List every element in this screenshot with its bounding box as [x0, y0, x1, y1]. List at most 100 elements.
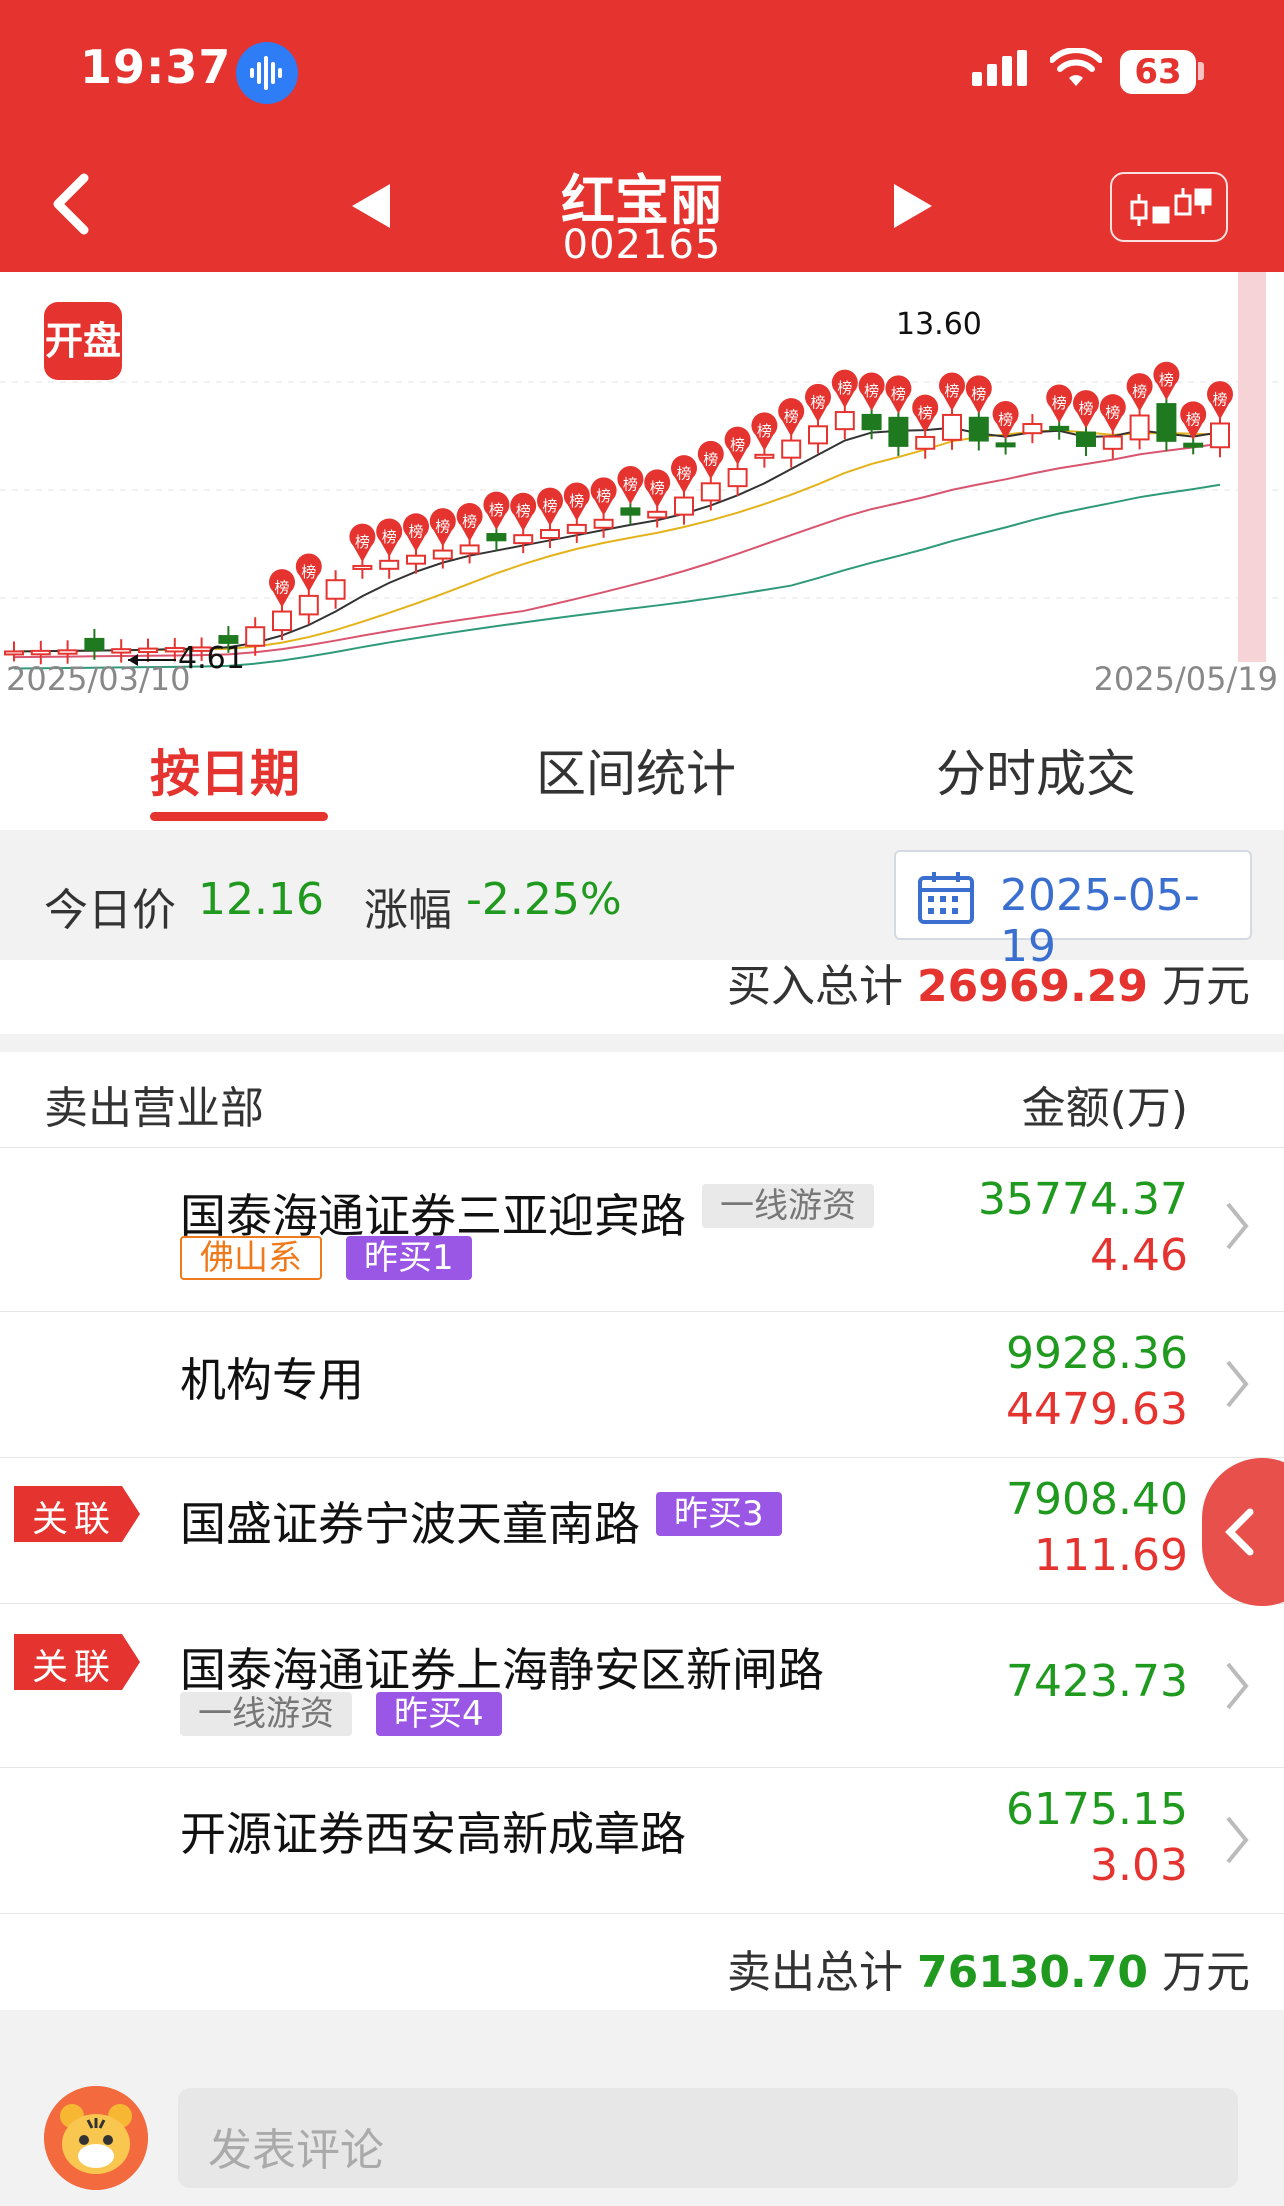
rank-label: 榜: [1105, 404, 1120, 422]
tab-by-date[interactable]: 按日期: [150, 734, 300, 806]
ma-line-short: [13, 429, 1221, 653]
sell-amount: 7908.40: [1006, 1474, 1188, 1525]
broker-name: 机构专用: [180, 1353, 364, 1407]
rank-label: 榜: [542, 497, 557, 515]
chevron-left-icon: [1225, 1508, 1254, 1556]
chart-end-date: 2025/05/19: [1093, 660, 1278, 698]
candle: [620, 507, 641, 516]
assoc-label: 关联: [32, 1647, 117, 1688]
tag-yesterday-buy: 昨买1: [346, 1236, 472, 1280]
rank-label: 榜: [1052, 394, 1067, 412]
buy-total-value: 26969.29: [916, 961, 1148, 1012]
rank-label: 榜: [516, 502, 531, 520]
candle: [1022, 423, 1043, 435]
candle: [808, 425, 828, 445]
rank-label: 榜: [1212, 390, 1227, 408]
buy-total: 买入总计 26969.29 万元: [727, 950, 1250, 1014]
kline-chart[interactable]: 榜榜榜榜榜榜榜榜榜榜榜榜榜榜榜榜榜榜榜榜榜榜榜榜榜榜榜榜榜榜榜榜榜榜 13.60 4…: [0, 272, 1284, 708]
rank-label: 榜: [676, 465, 691, 483]
comment-input[interactable]: 发表评论: [178, 2088, 1238, 2188]
candlestick-icon: [1130, 188, 1212, 226]
status-time: 19:37: [80, 40, 232, 94]
rank-label: 榜: [623, 475, 638, 493]
tag-top-trader: 一线游资: [180, 1692, 352, 1736]
current-day-highlight: [1238, 272, 1266, 662]
rank-label: 榜: [1186, 411, 1201, 429]
table-row[interactable]: 开源证券西安高新成章路 6175.15 3.03: [0, 1768, 1284, 1914]
rank-label: 榜: [489, 501, 504, 519]
candle: [406, 554, 426, 565]
rank-label: 榜: [784, 408, 799, 426]
rank-label: 榜: [703, 450, 718, 468]
candle: [834, 411, 855, 431]
candle: [888, 416, 909, 447]
rank-label: 榜: [1132, 382, 1147, 400]
candle: [942, 413, 962, 441]
cellular-signal-icon: [972, 50, 1030, 94]
rank-label: 榜: [435, 518, 450, 536]
rank-label: 榜: [730, 436, 745, 454]
broker-name: 国泰海通证券上海静安区新闸路: [180, 1643, 824, 1697]
price-summary-bar: 今日价 12.16 涨幅 -2.25% 2025-05-19: [0, 830, 1284, 972]
app-header: 19:37 63 红宝丽 002165: [0, 0, 1284, 272]
rank-label: 榜: [355, 533, 370, 551]
assoc-badge[interactable]: 关联: [14, 1634, 140, 1690]
high-marker: 13.60: [896, 307, 982, 342]
table-row[interactable]: 机构专用 9928.36 4479.63: [0, 1312, 1284, 1458]
rank-label: 榜: [650, 479, 665, 497]
change-label: 涨幅: [364, 885, 452, 936]
candle: [995, 442, 1016, 448]
assoc-badge[interactable]: 关联: [14, 1486, 140, 1542]
rank-label: 榜: [944, 382, 959, 400]
candle: [968, 416, 989, 442]
today-price-label: 今日价: [44, 885, 176, 936]
chevron-right-icon: [1224, 1660, 1250, 1716]
sell-amount: 9928.36: [1006, 1328, 1188, 1379]
tag-yesterday-buy: 昨买3: [656, 1492, 782, 1536]
buy-amount: 4.46: [1090, 1230, 1188, 1281]
candle: [352, 564, 373, 570]
candle: [915, 435, 936, 450]
candle: [298, 594, 319, 616]
candle: [272, 610, 292, 632]
sell-table-header: 卖出营业部 金额(万): [0, 1052, 1284, 1148]
assoc-label: 关联: [32, 1499, 117, 1540]
candle: [111, 648, 132, 654]
rank-label: 榜: [382, 528, 397, 546]
user-avatar[interactable]: [44, 2086, 148, 2190]
tag-top-trader: 一线游资: [702, 1184, 874, 1228]
today-price-value: 12.16: [198, 874, 324, 925]
sell-amount: 7423.73: [1006, 1656, 1188, 1707]
tab-intraday-trades[interactable]: 分时成交: [936, 734, 1136, 806]
next-stock-button[interactable]: [892, 182, 934, 234]
calendar-icon: [918, 872, 974, 924]
broker-name: 国盛证券宁波天童南路: [180, 1497, 640, 1551]
table-row[interactable]: 关联 国盛证券宁波天童南路 昨买3 7908.40 111.69: [0, 1458, 1284, 1604]
kaipan-badge[interactable]: 开盘: [44, 302, 122, 380]
candle: [727, 468, 748, 488]
sell-total-value: 76130.70: [916, 1947, 1148, 1998]
candle: [593, 518, 614, 529]
table-row[interactable]: 国泰海通证券三亚迎宾路 一线游资 佛山系 昨买1 35774.37 4.46: [0, 1148, 1284, 1312]
tab-range-stats[interactable]: 区间统计: [536, 734, 736, 806]
candle: [325, 579, 346, 600]
candle: [754, 453, 775, 459]
tag-foshan[interactable]: 佛山系: [180, 1236, 322, 1280]
broker-name: 开源证券西安高新成章路: [180, 1807, 686, 1861]
candle: [138, 647, 158, 654]
table-row[interactable]: 关联 国泰海通证券上海静安区新闸路 一线游资 昨买4 7423.73: [0, 1604, 1284, 1768]
change-value: -2.25%: [466, 874, 622, 925]
candle: [1156, 403, 1177, 442]
candle: [540, 529, 560, 540]
buy-total-label: 买入总计: [726, 961, 903, 1012]
tag-yesterday-buy: 昨买4: [376, 1692, 502, 1736]
rank-label: 榜: [891, 385, 906, 403]
rank-label: 榜: [462, 512, 477, 530]
sell-dept-header: 卖出营业部: [44, 1083, 264, 1134]
date-picker[interactable]: 2025-05-19: [894, 850, 1252, 972]
candle: [861, 413, 882, 431]
chevron-right-icon: [1224, 1200, 1250, 1256]
candle: [379, 559, 400, 570]
kline-toggle-button[interactable]: [1110, 172, 1228, 242]
rank-label: 榜: [274, 579, 289, 597]
